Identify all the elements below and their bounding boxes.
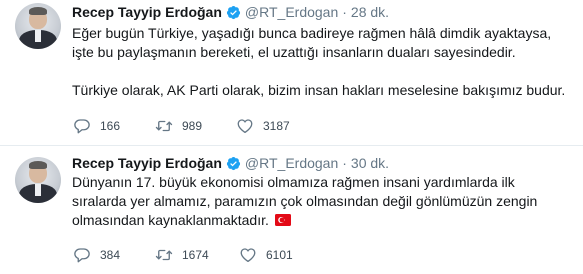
like-button[interactable]: 6101 — [239, 246, 293, 264]
author-name[interactable]: Recep Tayyip Erdoğan — [72, 154, 222, 172]
retweet-icon — [155, 120, 173, 132]
turkey-flag-icon — [274, 214, 291, 226]
heart-icon — [240, 248, 256, 263]
reply-button[interactable]: 384 — [73, 246, 155, 264]
timestamp[interactable]: 30 dk. — [351, 154, 389, 172]
tweet-actions: 384 1674 6101 — [73, 246, 293, 264]
avatar[interactable] — [15, 157, 61, 203]
heart-icon — [237, 119, 253, 134]
verified-badge-icon — [226, 156, 240, 170]
tweet-paragraph: Eğer bugün Türkiye, yaşadığı bunca badir… — [72, 25, 552, 60]
tweet[interactable]: Recep Tayyip Erdoğan @RT_Erdogan · 28 dk… — [0, 0, 583, 145]
reply-button[interactable]: 166 — [73, 117, 155, 135]
retweet-icon — [155, 249, 173, 261]
reply-icon — [74, 119, 90, 134]
like-button[interactable]: 3187 — [236, 117, 290, 135]
author-handle[interactable]: @RT_Erdogan — [245, 154, 338, 172]
tweet-paragraph: Dünyanın 17. büyük ekonomisi olmamıza ra… — [72, 173, 572, 230]
tweet[interactable]: Recep Tayyip Erdoğan @RT_Erdogan · 30 dk… — [0, 145, 583, 274]
tweet-header: Recep Tayyip Erdoğan @RT_Erdogan · 30 dk… — [72, 154, 389, 172]
verified-badge-icon — [226, 5, 240, 19]
tweet-paragraph-text: Dünyanın 17. büyük ekonomisi olmamıza ra… — [72, 174, 538, 228]
reply-icon — [74, 248, 90, 263]
like-count: 3187 — [263, 119, 290, 133]
separator-dot: · — [342, 155, 347, 171]
tweet-text: Dünyanın 17. büyük ekonomisi olmamıza ra… — [72, 173, 572, 230]
timestamp[interactable]: 28 dk. — [351, 3, 389, 21]
tweet-actions: 166 989 3187 — [73, 117, 290, 135]
tweet-text: Eğer bugün Türkiye, yaşadığı bunca badir… — [72, 24, 572, 100]
reply-count: 166 — [100, 119, 121, 133]
reply-count: 384 — [100, 248, 121, 262]
author-name[interactable]: Recep Tayyip Erdoğan — [72, 3, 222, 21]
avatar[interactable] — [15, 3, 61, 49]
retweet-button[interactable]: 1674 — [155, 246, 239, 264]
retweet-count: 989 — [182, 119, 203, 133]
tweet-header: Recep Tayyip Erdoğan @RT_Erdogan · 28 dk… — [72, 3, 389, 21]
retweet-button[interactable]: 989 — [155, 117, 236, 135]
separator-dot: · — [342, 4, 347, 20]
tweet-paragraph: Türkiye olarak, AK Parti olarak, bizim i… — [72, 82, 566, 98]
author-handle[interactable]: @RT_Erdogan — [245, 3, 338, 21]
retweet-count: 1674 — [182, 248, 209, 262]
like-count: 6101 — [266, 248, 293, 262]
